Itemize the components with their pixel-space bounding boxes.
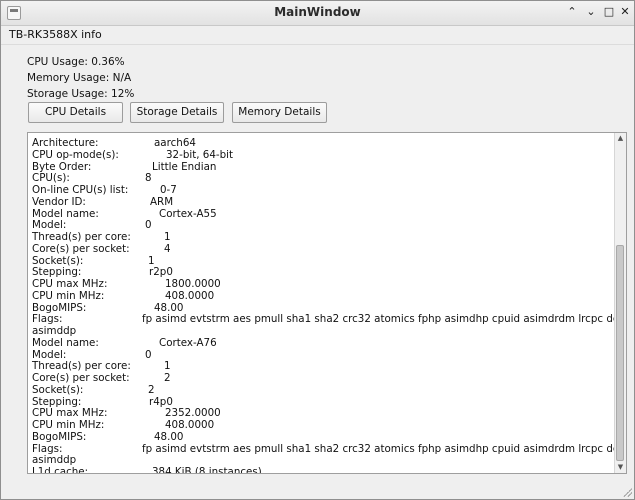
- storage-usage-label: Storage Usage: 12%: [27, 88, 135, 100]
- line-key: asimddp: [32, 325, 77, 337]
- details-text-area[interactable]: Architecture: aarch64 CPU op-mode(s): 32-bi…: [27, 132, 627, 474]
- line-value: 0-7: [160, 184, 177, 196]
- line-key: CPU max MHz:: [32, 278, 108, 290]
- text-line: Socket(s): 1: [32, 255, 612, 268]
- line-key: Vendor ID:: [32, 195, 86, 208]
- text-line: Byte Order: Little Endian: [32, 160, 612, 174]
- line-key: CPU op-mode(s):: [32, 148, 119, 161]
- line-key: Thread(s) per core:: [32, 231, 131, 243]
- text-line: L1d cache: 384 KiB (8 instances): [32, 466, 612, 474]
- minimize-icon[interactable]: ⌃: [564, 4, 580, 20]
- line-value: 32-bit, 64-bit: [166, 148, 234, 161]
- line-value: 408.0000: [165, 289, 215, 302]
- scrollbar-thumb[interactable]: [616, 245, 624, 461]
- memory-details-button[interactable]: Memory Details: [232, 102, 327, 123]
- menu-item-device-info[interactable]: TB-RK3588X info: [9, 26, 102, 44]
- cpu-details-button[interactable]: CPU Details: [28, 102, 123, 123]
- line-key: Model name:: [32, 336, 99, 349]
- line-value: 384 KiB (8 instances): [152, 466, 262, 474]
- line-value: 8: [145, 172, 152, 185]
- line-value: 48.00: [154, 430, 184, 443]
- text-line: Architecture: aarch64: [32, 137, 612, 150]
- line-value: 0: [145, 219, 152, 232]
- text-line: Stepping: r4p0: [32, 396, 612, 409]
- window-title: MainWindow: [274, 5, 361, 19]
- line-value: 1: [164, 231, 171, 243]
- text-line: Model name: Cortex-A76: [32, 336, 612, 350]
- line-value: 2: [148, 383, 155, 396]
- main-window: MainWindow ⌃ ⌄ □ ✕ TB-RK3588X info CPU U…: [0, 0, 635, 500]
- title-bar[interactable]: MainWindow ⌃ ⌄ □ ✕: [1, 1, 634, 26]
- text-line: Flags: fp asimd evtstrm aes pmull sha1 sh…: [32, 443, 626, 456]
- text-line: On-line CPU(s) list: 0-7: [32, 184, 612, 197]
- line-value: 2: [164, 372, 171, 384]
- text-line: CPU max MHz: 1800.0000: [32, 278, 612, 291]
- text-line: CPU op-mode(s): 32-bit, 64-bit: [32, 148, 612, 162]
- line-key: BogoMIPS:: [32, 430, 87, 443]
- text-line: CPU min MHz: 408.0000: [32, 289, 612, 303]
- text-line: CPU min MHz: 408.0000: [32, 419, 612, 432]
- scroll-up-icon[interactable]: ▲: [615, 133, 626, 144]
- line-key: Core(s) per socket:: [32, 242, 130, 255]
- text-line: Flags: fp asimd evtstrm aes pmull sha1 sh…: [32, 313, 626, 326]
- line-key: Architecture:: [32, 137, 99, 149]
- memory-usage-label: Memory Usage: N/A: [27, 72, 132, 84]
- line-value: Little Endian: [152, 160, 217, 173]
- line-value: fp asimd evtstrm aes pmull sha1 sha2 crc…: [142, 313, 627, 326]
- line-value: aarch64: [154, 137, 196, 149]
- text-line: asimddp: [32, 325, 612, 338]
- storage-details-button[interactable]: Storage Details: [130, 102, 224, 123]
- line-key: CPU min MHz:: [32, 289, 105, 302]
- line-key: Socket(s):: [32, 383, 84, 396]
- restore-icon[interactable]: ⌄: [583, 4, 599, 20]
- line-key: On-line CPU(s) list:: [32, 184, 129, 196]
- text-line: Model name: Cortex-A55: [32, 207, 612, 221]
- text-line: Vendor ID: ARM: [32, 195, 612, 209]
- vertical-scrollbar[interactable]: ▲ ▼: [614, 133, 626, 473]
- line-value: 408.0000: [165, 419, 215, 431]
- text-line: Thread(s) per core: 1: [32, 231, 612, 244]
- line-value: Cortex-A55: [159, 207, 217, 220]
- details-text-content: Architecture: aarch64 CPU op-mode(s): 32-bi…: [32, 137, 626, 474]
- line-key: L1d cache:: [32, 466, 89, 474]
- text-line: Socket(s): 2: [32, 383, 612, 397]
- text-line: asimddp: [32, 454, 612, 467]
- line-key: CPU min MHz:: [32, 419, 105, 431]
- resize-grip-icon[interactable]: [622, 487, 632, 497]
- line-value: fp asimd evtstrm aes pmull sha1 sha2 crc…: [142, 442, 627, 455]
- text-line: Core(s) per socket: 2: [32, 372, 612, 385]
- menu-bar: TB-RK3588X info: [1, 26, 634, 45]
- text-line: BogoMIPS: 48.00: [32, 430, 612, 444]
- text-line: Core(s) per socket: 4: [32, 242, 612, 256]
- line-value: ARM: [150, 195, 174, 208]
- scroll-down-icon[interactable]: ▼: [615, 462, 626, 473]
- text-line: CPU max MHz: 2352.0000: [32, 407, 612, 420]
- line-value: 0: [145, 348, 152, 361]
- maximize-icon[interactable]: □: [601, 4, 617, 20]
- cpu-usage-label: CPU Usage: 0.36%: [27, 56, 125, 68]
- line-value: Cortex-A76: [159, 336, 217, 349]
- text-line: Stepping: r2p0: [32, 266, 612, 279]
- close-icon[interactable]: ✕: [617, 4, 633, 20]
- line-value: 4: [164, 242, 171, 255]
- line-key: Core(s) per socket:: [32, 372, 130, 384]
- line-value: 1800.0000: [165, 278, 221, 290]
